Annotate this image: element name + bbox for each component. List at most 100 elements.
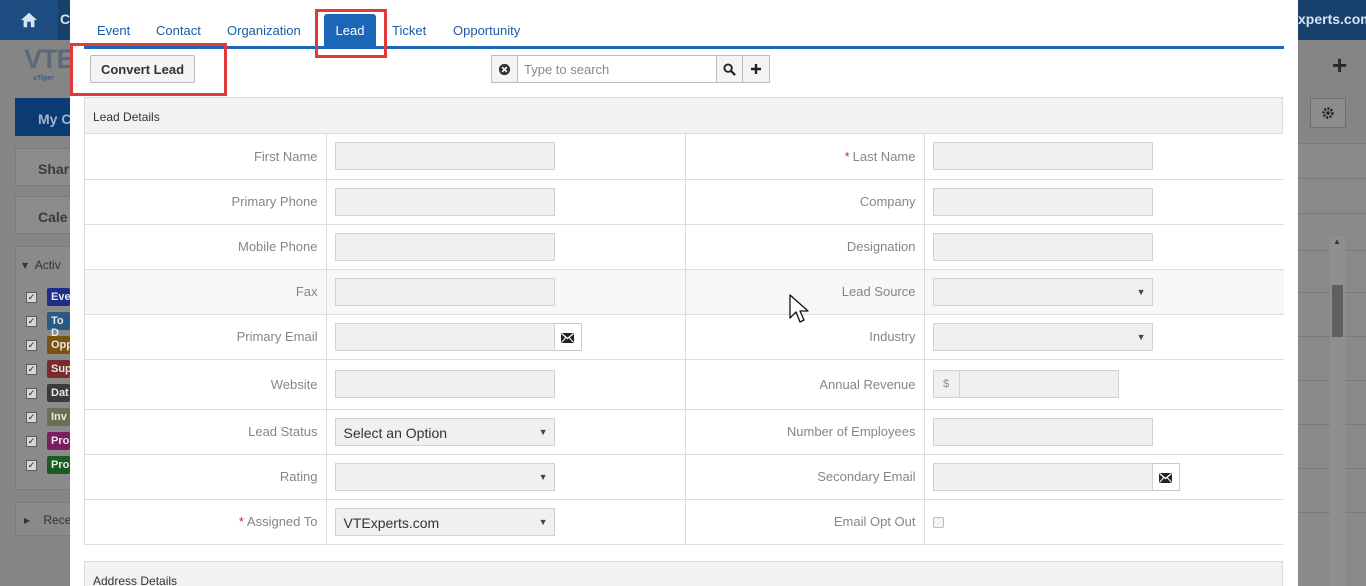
mobile-phone-label: Mobile Phone: [85, 224, 327, 270]
activity-type-checkbox: ✓: [26, 316, 37, 327]
gear-icon: [1322, 107, 1334, 119]
email-opt-out-checkbox[interactable]: [932, 517, 944, 529]
email-opt-out-cell: [924, 499, 1284, 544]
activity-type-tag: Sup: [47, 360, 72, 378]
annual-revenue-input[interactable]: [959, 370, 1119, 398]
add-record-button[interactable]: [743, 55, 770, 83]
calendar-scroll-thumb: [1332, 285, 1343, 337]
form-row: Website Annual Revenue $: [85, 359, 1284, 410]
convert-lead-button[interactable]: Convert Lead: [90, 55, 195, 83]
secondary-email-input[interactable]: [932, 462, 1153, 491]
assigned-to-cell: VTExperts.com ▼: [326, 499, 686, 544]
activity-type-checkbox: ✓: [26, 412, 37, 423]
number-of-employees-label-text: Number of Employees: [786, 424, 916, 439]
primary-email-mail-button[interactable]: [554, 322, 582, 351]
home-icon: [20, 12, 38, 28]
magnifier-icon: [723, 62, 736, 76]
primary-phone-label: Primary Phone: [85, 179, 327, 225]
website-input[interactable]: [334, 370, 555, 398]
industry-cell: ▼: [924, 314, 1284, 360]
mobile-phone-input[interactable]: [334, 232, 555, 261]
lead-source-select[interactable]: ▼: [932, 277, 1153, 306]
tab-contact[interactable]: Contact: [156, 23, 201, 38]
fax-input[interactable]: [334, 277, 555, 306]
envelope-icon: [1159, 472, 1172, 483]
form-row: First Name * Last Name: [85, 134, 1284, 180]
chevron-down-icon: ▼: [1136, 286, 1146, 297]
tab-lead[interactable]: Lead: [324, 14, 376, 49]
app-menu-fragment: C: [60, 11, 71, 27]
first-name-input[interactable]: [334, 142, 555, 171]
primary-phone-cell: [326, 179, 686, 225]
envelope-icon: [561, 332, 574, 343]
address-details-title: Address Details: [85, 562, 1282, 586]
secondary-email-label: Secondary Email: [685, 454, 925, 500]
lead-source-cell: ▼: [924, 269, 1284, 315]
required-marker: *: [844, 148, 850, 164]
email-opt-out-label-text: Email Opt Out: [833, 514, 916, 530]
tab-opportunity[interactable]: Opportunity: [453, 23, 520, 38]
assigned-to-select[interactable]: VTExperts.com ▼: [334, 507, 555, 536]
search-input[interactable]: [518, 55, 716, 83]
tab-event[interactable]: Event: [97, 23, 130, 38]
form-row: Primary Phone Company: [85, 179, 1284, 225]
form-row: Fax Lead Source ▼: [85, 269, 1284, 315]
first-name-label-text: First Name: [253, 148, 318, 164]
app-logo: VTE: [24, 44, 75, 74]
assigned-to-label-text: Assigned To: [246, 514, 318, 530]
activity-type-checkbox: ✓: [26, 364, 37, 375]
lead-status-selected-value: Select an Option: [343, 424, 448, 441]
shared-calendar-button: Shar: [15, 148, 75, 186]
chevron-down-icon: ▼: [538, 471, 548, 482]
primary-phone-input[interactable]: [334, 187, 555, 216]
activity-type-checkbox: ✓: [26, 436, 37, 447]
fax-cell: [326, 269, 686, 315]
secondary-email-mail-button[interactable]: [1152, 462, 1180, 491]
tab-ticket[interactable]: Ticket: [392, 23, 426, 38]
last-name-input[interactable]: [932, 142, 1153, 171]
primary-email-cell: [326, 314, 686, 360]
record-type-tabs: Event Contact Organization Lead Ticket O…: [84, 0, 1284, 49]
website-cell: [326, 359, 686, 410]
my-calendar-button: My C: [15, 98, 75, 136]
search-clear-button[interactable]: [491, 55, 518, 83]
activity-type-checkbox: ✓: [26, 340, 37, 351]
email-opt-out-label: Email Opt Out: [685, 499, 925, 544]
settings-button: [1310, 98, 1346, 128]
lead-source-label: Lead Source: [685, 269, 925, 315]
rating-label: Rating: [85, 454, 327, 500]
primary-email-input[interactable]: [334, 322, 555, 351]
search-button[interactable]: [716, 55, 743, 83]
activity-type-checkbox: ✓: [26, 388, 37, 399]
assigned-to-label: * Assigned To: [85, 499, 327, 544]
first-name-cell: [326, 134, 686, 180]
lead-status-select[interactable]: Select an Option ▼: [334, 417, 555, 446]
plus-icon: [751, 64, 761, 74]
website-label-text: Website: [270, 376, 318, 392]
lead-details-title: Lead Details: [85, 98, 1282, 134]
tab-organization[interactable]: Organization: [227, 23, 301, 38]
grid-line: [1298, 143, 1366, 144]
quick-create-modal: Event Contact Organization Lead Ticket O…: [70, 0, 1298, 586]
grid-line: [1298, 213, 1366, 214]
lead-source-label-text: Lead Source: [841, 284, 916, 299]
last-name-label-text: Last Name: [852, 148, 916, 164]
lead-details-form: First Name * Last Name Primary Phone Company…: [85, 134, 1284, 544]
lead-status-label-text: Lead Status: [248, 424, 318, 439]
company-input[interactable]: [932, 187, 1153, 216]
home-button[interactable]: [0, 0, 58, 40]
secondary-email-cell: [924, 454, 1284, 500]
designation-input[interactable]: [932, 232, 1153, 261]
activity-type-tag: Pro: [47, 456, 70, 474]
rating-select[interactable]: ▼: [334, 462, 555, 491]
activity-type-tag: Pro: [47, 432, 70, 450]
industry-select[interactable]: ▼: [932, 322, 1153, 351]
designation-label-text: Designation: [846, 239, 916, 254]
mobile-phone-label-text: Mobile Phone: [238, 239, 318, 254]
record-search: [491, 55, 770, 83]
industry-label-text: Industry: [869, 329, 916, 344]
fax-label: Fax: [85, 269, 327, 315]
form-row: * Assigned To VTExperts.com ▼ Email Opt Out: [85, 499, 1284, 544]
number-of-employees-input[interactable]: [932, 417, 1153, 446]
activity-type-tag: Dat: [47, 384, 70, 402]
